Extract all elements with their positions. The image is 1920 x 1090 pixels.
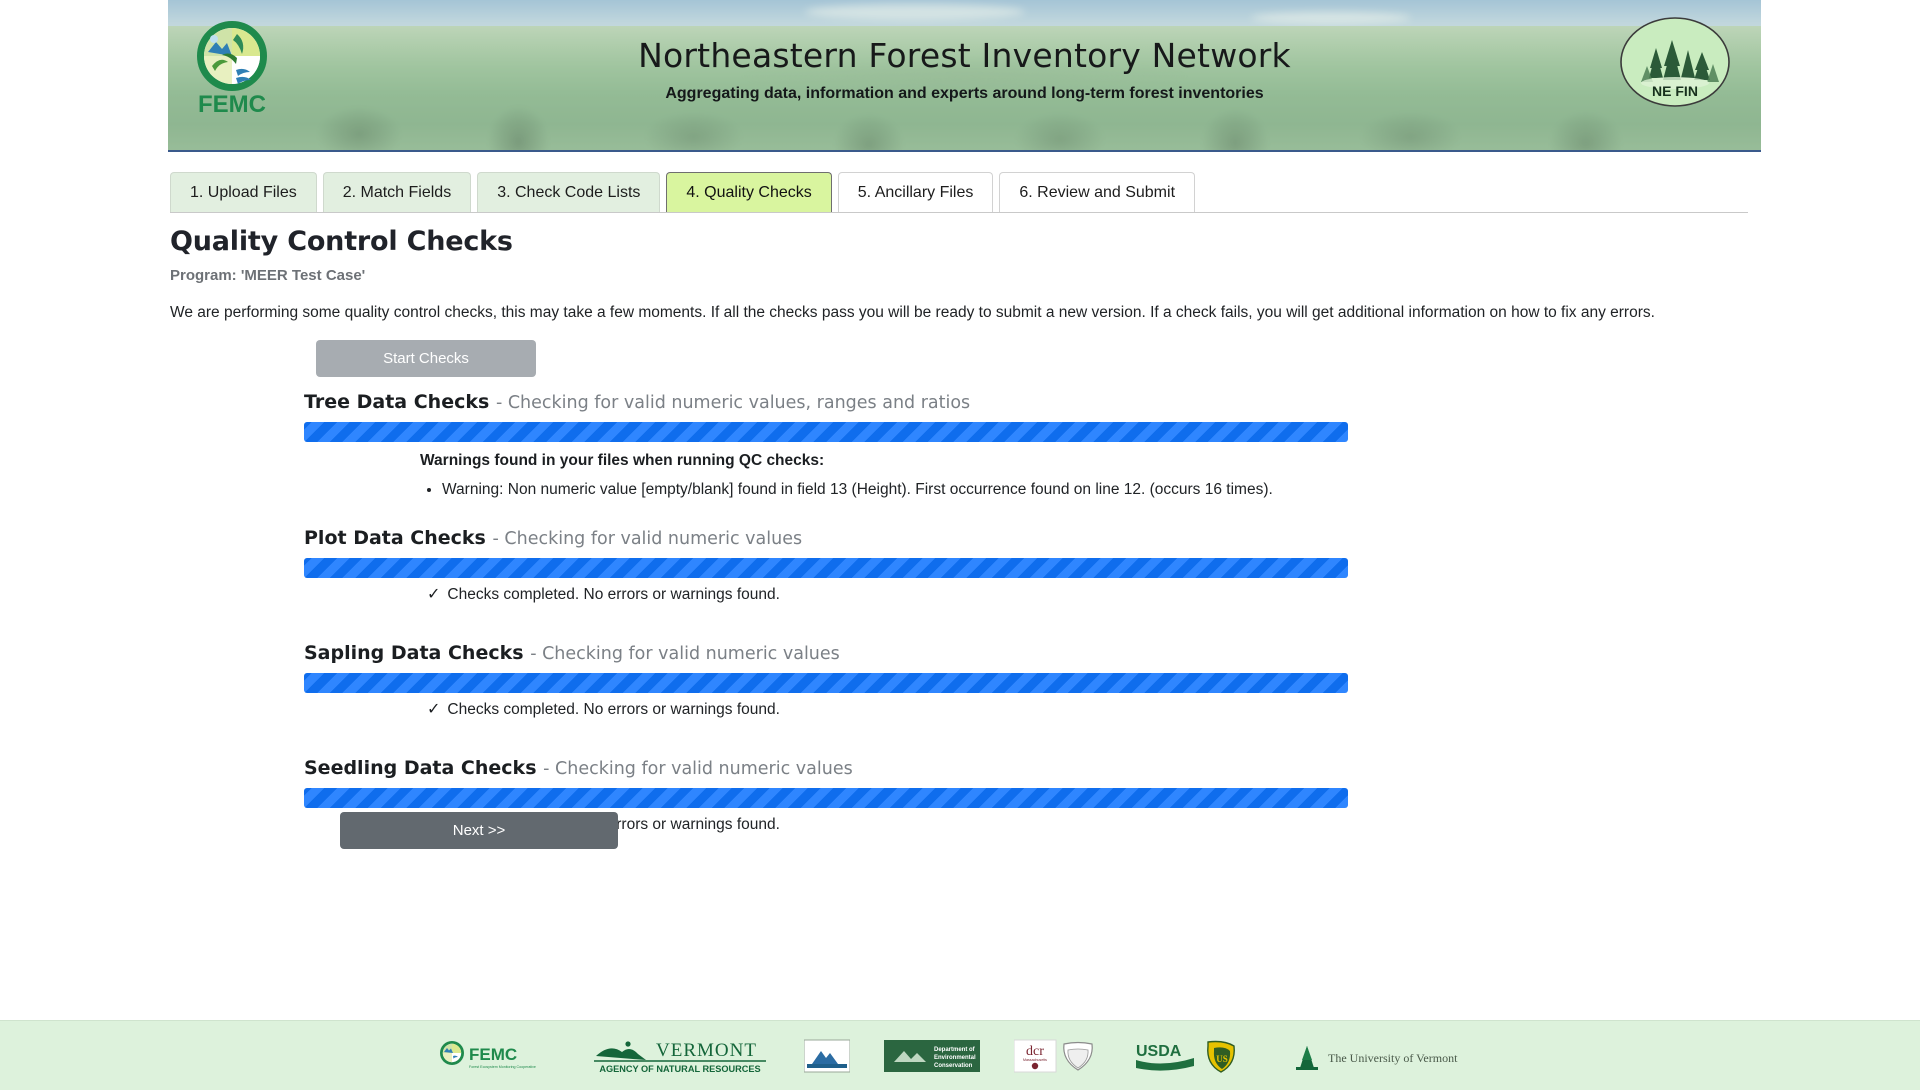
intro-paragraph: We are performing some quality control c… xyxy=(170,304,1655,321)
svg-text:Department of: Department of xyxy=(934,1047,976,1053)
tab-check-code-lists[interactable]: 3. Check Code Lists xyxy=(477,172,661,212)
svg-text:US: US xyxy=(1216,1054,1228,1064)
svg-text:VERMONT: VERMONT xyxy=(656,1040,757,1061)
check-result-text: Checks completed. No errors or warnings … xyxy=(447,585,780,603)
page-root: FEMC NE FIN Northeastern Forest Inventor… xyxy=(0,0,1920,1090)
svg-text:AGENCY OF NATURAL RESOURCES: AGENCY OF NATURAL RESOURCES xyxy=(599,1064,760,1074)
svg-text:NEW YORK: NEW YORK xyxy=(816,1067,838,1072)
site-subtitle: Aggregating data, information and expert… xyxy=(665,85,1264,102)
svg-text:FEMC: FEMC xyxy=(469,1045,517,1064)
tab-ancillary-files[interactable]: 5. Ancillary Files xyxy=(837,172,994,212)
check-block-tree-data: Tree Data Checks - Checking for valid nu… xyxy=(304,391,1364,501)
check-result-text: Checks completed. No errors or warnings … xyxy=(447,700,780,718)
svg-text:Massachusetts: Massachusetts xyxy=(1023,1058,1047,1062)
check-heading: Tree Data Checks - Checking for valid nu… xyxy=(304,391,1364,413)
wizard-step-tabs: 1. Upload Files 2. Match Fields 3. Check… xyxy=(170,172,1748,213)
program-label: Program: 'MEER Test Case' xyxy=(170,267,366,284)
next-button[interactable]: Next >> xyxy=(340,812,618,849)
site-title: Northeastern Forest Inventory Network xyxy=(638,36,1291,75)
site-header-banner: FEMC NE FIN Northeastern Forest Inventor… xyxy=(168,0,1761,152)
start-checks-button[interactable]: Start Checks xyxy=(316,340,536,377)
svg-text:The University of Vermont: The University of Vermont xyxy=(1328,1051,1458,1065)
svg-text:Environmental: Environmental xyxy=(934,1055,976,1061)
footer-vermont-anr-logo[interactable]: VERMONT AGENCY OF NATURAL RESOURCES xyxy=(590,1033,770,1079)
check-heading: Plot Data Checks - Checking for valid nu… xyxy=(304,527,1364,549)
warnings-list: Warning: Non numeric value [empty/blank]… xyxy=(420,479,1364,501)
check-result-plot-data: ✓ Checks completed. No errors or warning… xyxy=(427,586,1364,604)
check-name: Sapling Data Checks xyxy=(304,641,524,664)
check-description: - Checking for valid numeric values xyxy=(492,528,803,549)
banner-tint-overlay xyxy=(168,0,1761,150)
tab-quality-checks[interactable]: 4. Quality Checks xyxy=(666,172,832,212)
progress-bar-tree-data xyxy=(304,422,1348,442)
check-description: - Checking for valid numeric values xyxy=(530,643,840,664)
tab-upload-files[interactable]: 1. Upload Files xyxy=(170,172,317,212)
check-name: Tree Data Checks xyxy=(304,391,490,413)
check-heading: Sapling Data Checks - Checking for valid… xyxy=(304,642,1364,664)
main-content: Quality Control Checks Program: 'MEER Te… xyxy=(170,226,1750,849)
svg-text:USDA: USDA xyxy=(1136,1043,1182,1060)
check-description: - Checking for valid numeric values xyxy=(543,758,853,779)
check-block-plot-data: Plot Data Checks - Checking for valid nu… xyxy=(304,527,1364,604)
check-name: Plot Data Checks xyxy=(304,526,486,549)
warning-item: Warning: Non numeric value [empty/blank]… xyxy=(442,479,1364,501)
svg-text:Forest Ecosystem Monitoring Co: Forest Ecosystem Monitoring Cooperative xyxy=(469,1065,536,1069)
checks-list: Tree Data Checks - Checking for valid nu… xyxy=(304,391,1364,860)
warnings-panel: Warnings found in your files when runnin… xyxy=(420,452,1364,501)
check-name: Seedling Data Checks xyxy=(304,756,537,779)
check-description: - Checking for valid numeric values, ran… xyxy=(495,393,971,413)
tab-match-fields[interactable]: 2. Match Fields xyxy=(322,172,472,212)
footer-mass-dep-logo[interactable]: Department of Environmental Conservation xyxy=(884,1033,980,1079)
tab-review-and-submit[interactable]: 6. Review and Submit xyxy=(999,172,1196,212)
check-heading: Seedling Data Checks - Checking for vali… xyxy=(304,757,1364,779)
footer-femc-logo[interactable]: FEMC Forest Ecosystem Monitoring Coopera… xyxy=(436,1033,556,1079)
progress-bar-seedling-data xyxy=(304,787,1348,808)
footer-usda-forest-service-logo[interactable]: USDA US xyxy=(1134,1033,1250,1079)
warnings-title: Warnings found in your files when runnin… xyxy=(420,452,825,469)
check-block-sapling-data: Sapling Data Checks - Checking for valid… xyxy=(304,642,1364,719)
page-title: Quality Control Checks xyxy=(170,226,513,257)
check-mark-icon: ✓ xyxy=(427,700,441,718)
check-result-sapling-data: ✓ Checks completed. No errors or warning… xyxy=(427,701,1364,719)
svg-text:Conservation: Conservation xyxy=(934,1063,973,1069)
footer-new-york-dec-logo[interactable]: NEW YORK xyxy=(804,1033,850,1079)
svg-text:dcr: dcr xyxy=(1026,1044,1044,1059)
site-footer: FEMC Forest Ecosystem Monitoring Coopera… xyxy=(0,1020,1920,1090)
progress-bar-plot-data xyxy=(304,557,1348,578)
check-mark-icon: ✓ xyxy=(427,585,441,603)
footer-mass-dcr-logo[interactable]: dcr Massachusetts xyxy=(1014,1033,1100,1079)
progress-bar-sapling-data xyxy=(304,672,1348,693)
footer-university-of-vermont-logo[interactable]: The University of Vermont xyxy=(1284,1033,1484,1079)
